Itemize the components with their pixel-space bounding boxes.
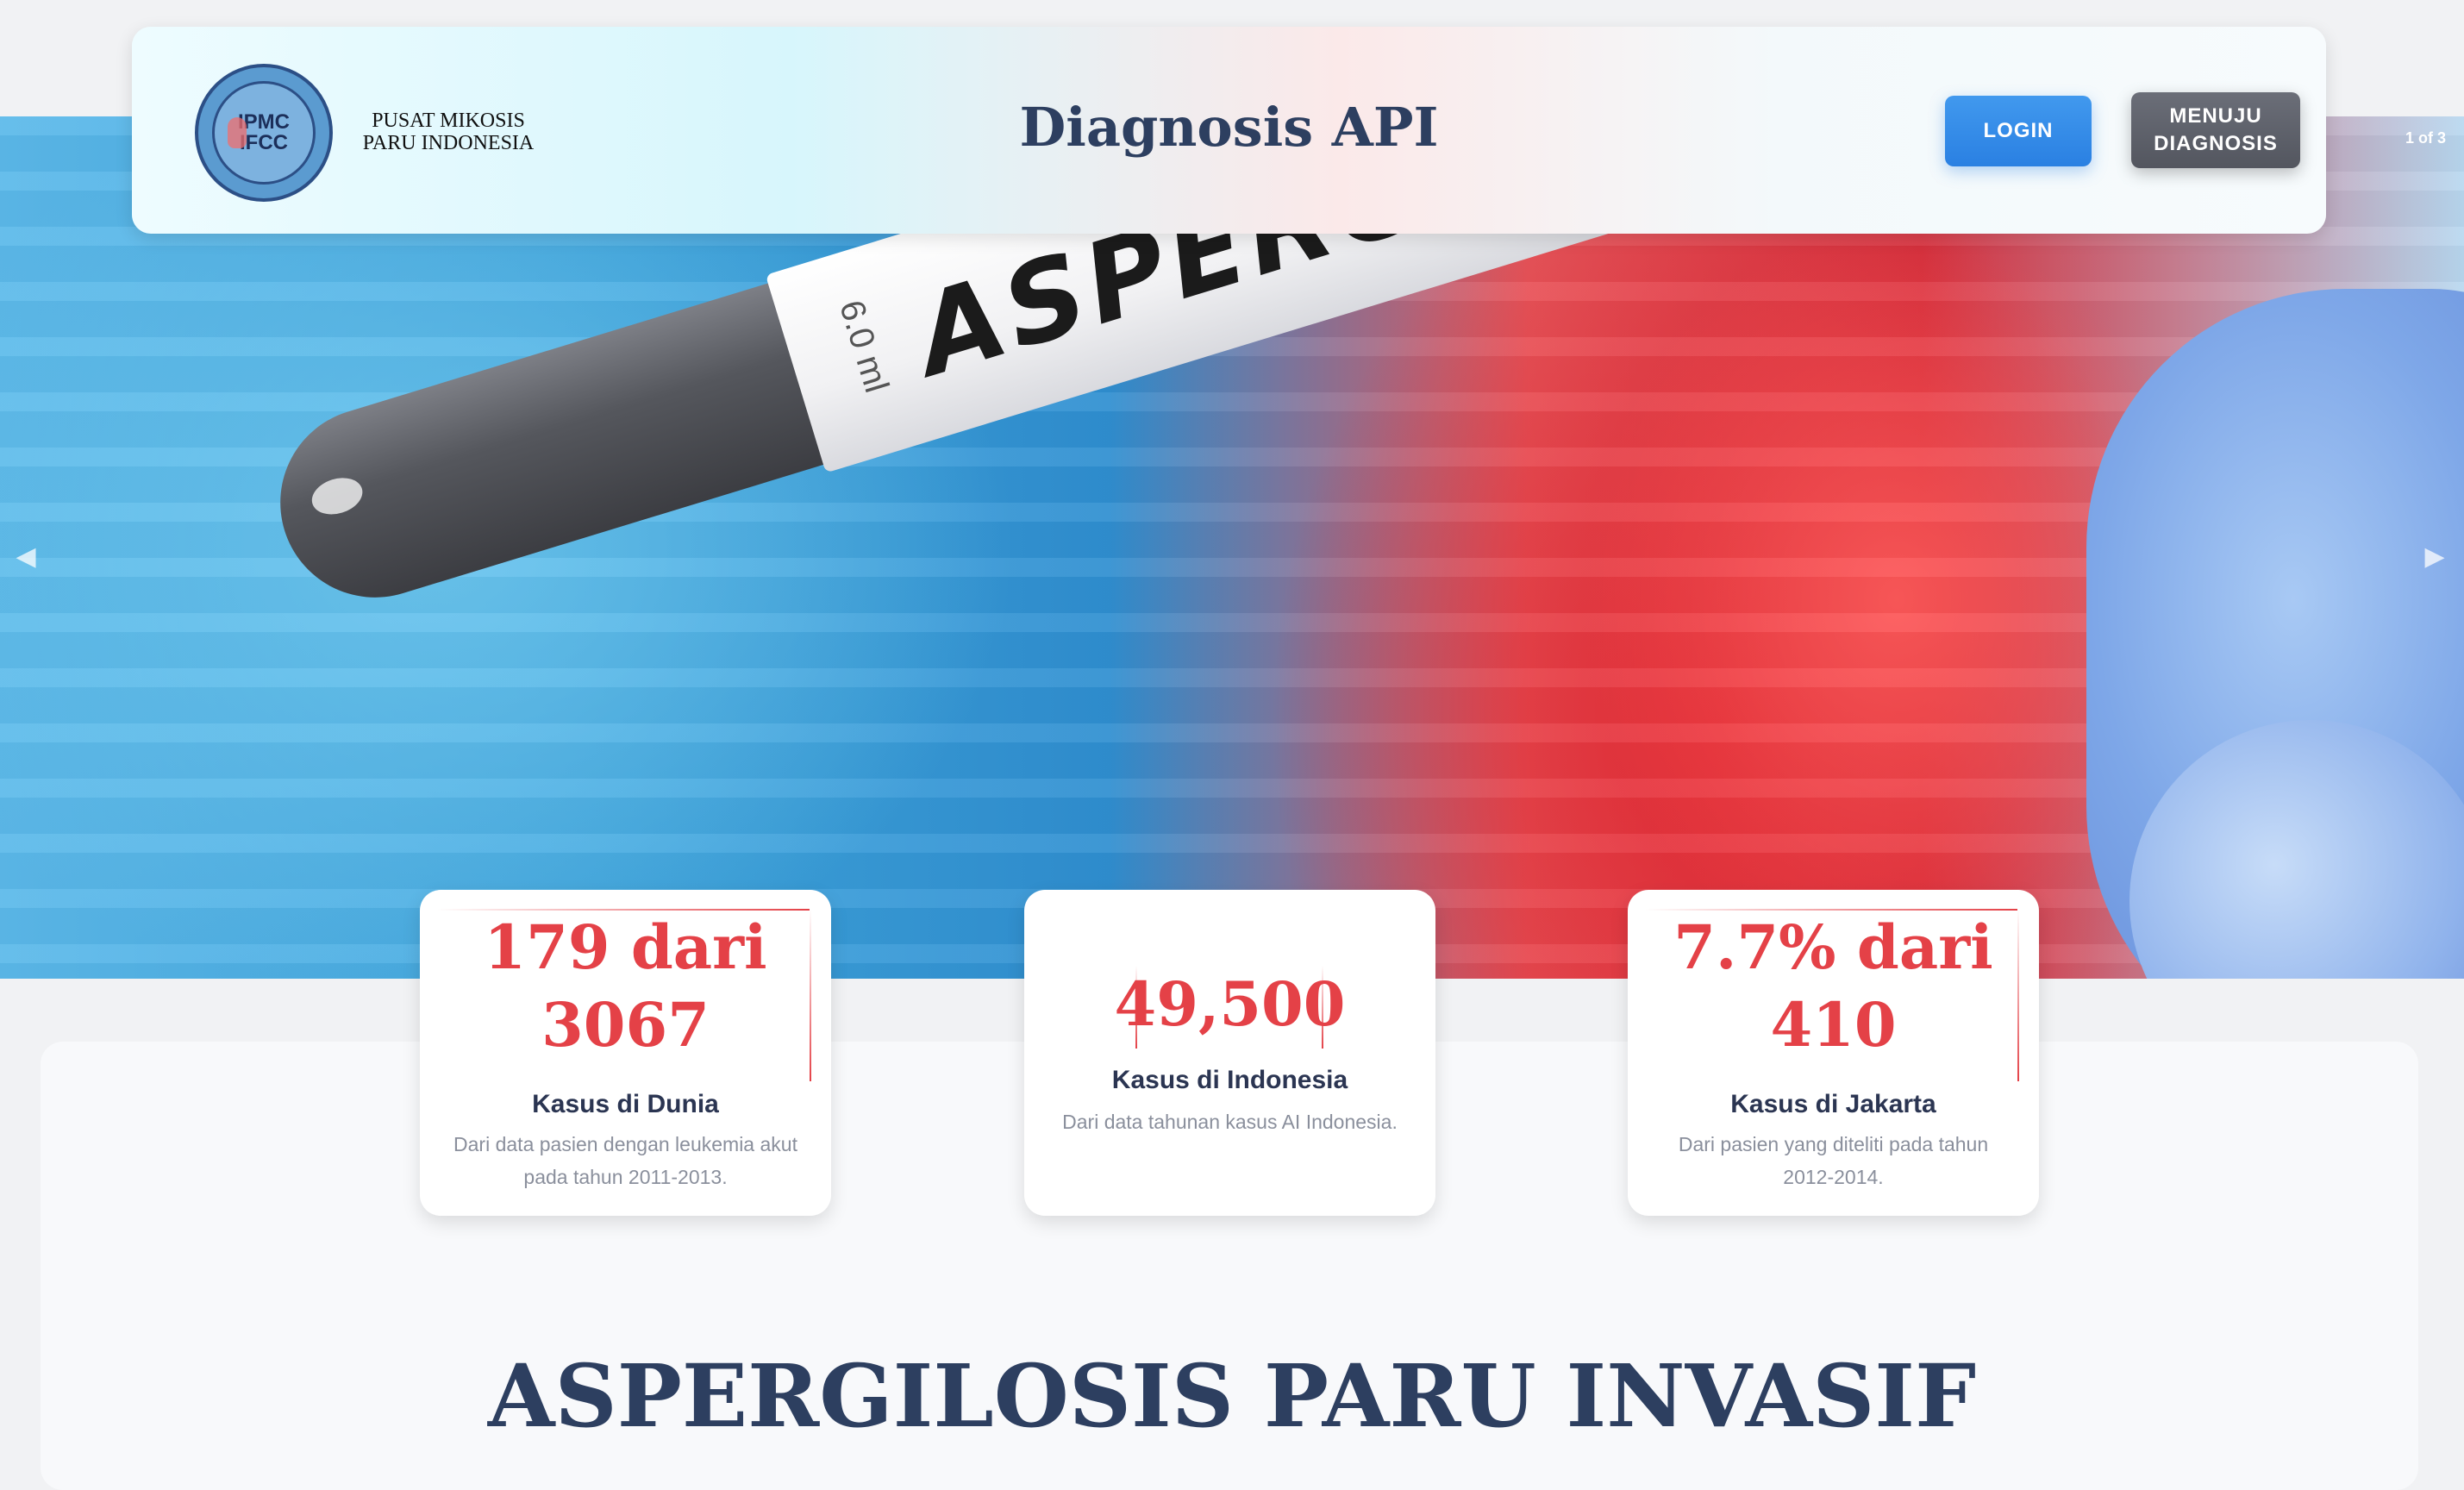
stat-caption: Kasus di Dunia	[532, 1090, 719, 1118]
login-button[interactable]: LOGIN	[1945, 96, 2092, 166]
tube-volume: 6.0 ml	[832, 296, 896, 398]
stat-card-world: 179 dari 3067 Kasus di Dunia Dari data p…	[420, 890, 831, 1216]
chevron-left-icon: ◀	[16, 542, 36, 571]
stat-caption: Kasus di Jakarta	[1730, 1090, 1936, 1118]
stat-description: Dari pasien yang diteliti pada tahun 201…	[1678, 1133, 1989, 1188]
stat-value: 179 dari 3067	[484, 911, 767, 1061]
org-name: PUSAT MIKOSIS PARU INDONESIA	[362, 110, 535, 154]
slide-indicator: 1 of 3	[2405, 129, 2447, 147]
lung-icon	[228, 117, 247, 148]
stat-value: 49,500	[1114, 968, 1346, 1040]
go-to-diagnosis-button[interactable]: MENUJU DIAGNOSIS	[2131, 92, 2300, 168]
logo-text-bottom: IFCC	[240, 131, 288, 154]
stat-card-indonesia: 49,500 Kasus di Indonesia Dari data tahu…	[1024, 890, 1435, 1216]
stat-description: Dari data pasien dengan leukemia akut pa…	[453, 1133, 797, 1188]
chevron-right-icon: ▶	[2424, 542, 2445, 571]
hero-carousel[interactable]: 6.0 ml ASPERGILLOSIS	[0, 116, 2464, 979]
section-heading: ASPERGILOSIS PARU INVASIF	[487, 1345, 1977, 1447]
ipmc-logo[interactable]: IPMC IFCC	[195, 64, 333, 202]
stat-caption: Kasus di Indonesia	[1111, 1066, 1348, 1094]
site-header: IPMC IFCC PUSAT MIKOSIS PARU INDONESIA D…	[132, 27, 2326, 234]
carousel-next-button[interactable]: ▶	[2417, 539, 2452, 573]
stat-description: Dari data tahunan kasus AI Indonesia.	[1062, 1111, 1398, 1133]
stat-card-jakarta: 7.7% dari 410 Kasus di Jakarta Dari pasi…	[1628, 890, 2039, 1216]
stat-value: 7.7% dari 410	[1673, 911, 1993, 1061]
carousel-prev-button[interactable]: ◀	[9, 539, 43, 573]
